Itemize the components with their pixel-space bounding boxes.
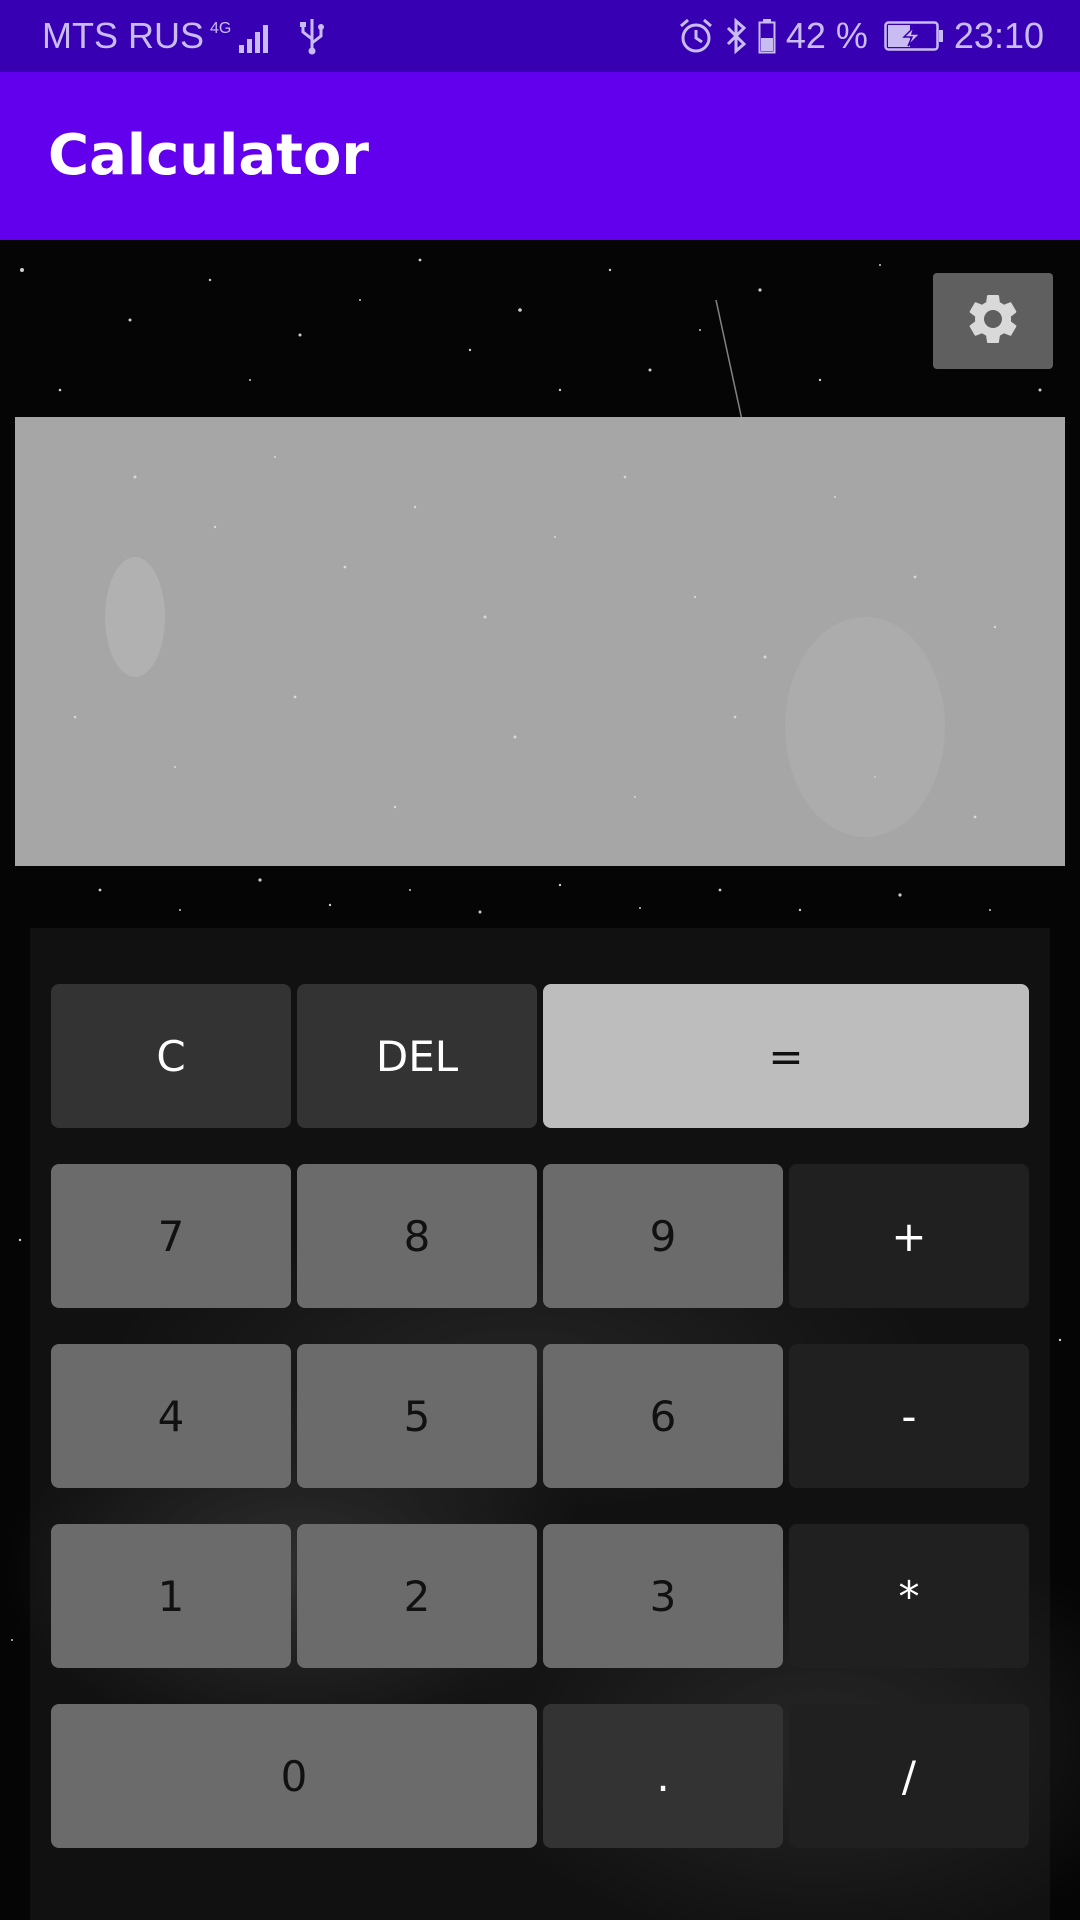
equals-button[interactable]: = — [543, 984, 1029, 1128]
app-bar: Calculator — [0, 72, 1080, 240]
delete-button[interactable]: DEL — [297, 984, 537, 1128]
digit-2-button[interactable]: 2 — [297, 1524, 537, 1668]
plus-button[interactable]: + — [789, 1164, 1029, 1308]
clock-time: 23:10 — [953, 15, 1044, 56]
settings-button[interactable] — [933, 273, 1053, 369]
result-display — [15, 417, 1065, 866]
multiply-button[interactable]: * — [789, 1524, 1029, 1668]
alarm-icon — [678, 18, 714, 54]
app-title: Calculator — [48, 123, 369, 188]
display-texture — [73, 456, 997, 837]
minus-button[interactable]: - — [789, 1344, 1029, 1488]
digit-7-button[interactable]: 7 — [51, 1164, 291, 1308]
carrier-name: MTS RUS — [42, 15, 204, 56]
usb-icon — [299, 17, 325, 55]
battery-percent: 42 % — [785, 15, 868, 56]
divide-button[interactable]: / — [789, 1704, 1029, 1848]
digit-9-button[interactable]: 9 — [543, 1164, 783, 1308]
digit-3-button[interactable]: 3 — [543, 1524, 783, 1668]
calculator-content: C DEL = 7 8 9 + 4 5 6 - 1 2 3 * 0 . / — [0, 240, 1080, 1920]
digit-6-button[interactable]: 6 — [543, 1344, 783, 1488]
decimal-point-button[interactable]: . — [543, 1704, 783, 1848]
network-type: 4G — [210, 20, 232, 37]
charging-icon — [884, 20, 944, 52]
digit-5-button[interactable]: 5 — [297, 1344, 537, 1488]
status-bar: MTS RUS 4G 42 % 23:10 — [0, 0, 1080, 72]
digit-8-button[interactable]: 8 — [297, 1164, 537, 1308]
bluetooth-icon — [724, 18, 748, 54]
status-right: 42 % 23:10 — [678, 0, 1044, 72]
signal-icon — [237, 19, 277, 53]
clear-button[interactable]: C — [51, 984, 291, 1128]
digit-0-button[interactable]: 0 — [51, 1704, 537, 1848]
digit-4-button[interactable]: 4 — [51, 1344, 291, 1488]
digit-1-button[interactable]: 1 — [51, 1524, 291, 1668]
battery-icon — [758, 18, 776, 54]
gear-icon — [963, 289, 1023, 353]
status-left: MTS RUS 4G — [42, 0, 325, 72]
